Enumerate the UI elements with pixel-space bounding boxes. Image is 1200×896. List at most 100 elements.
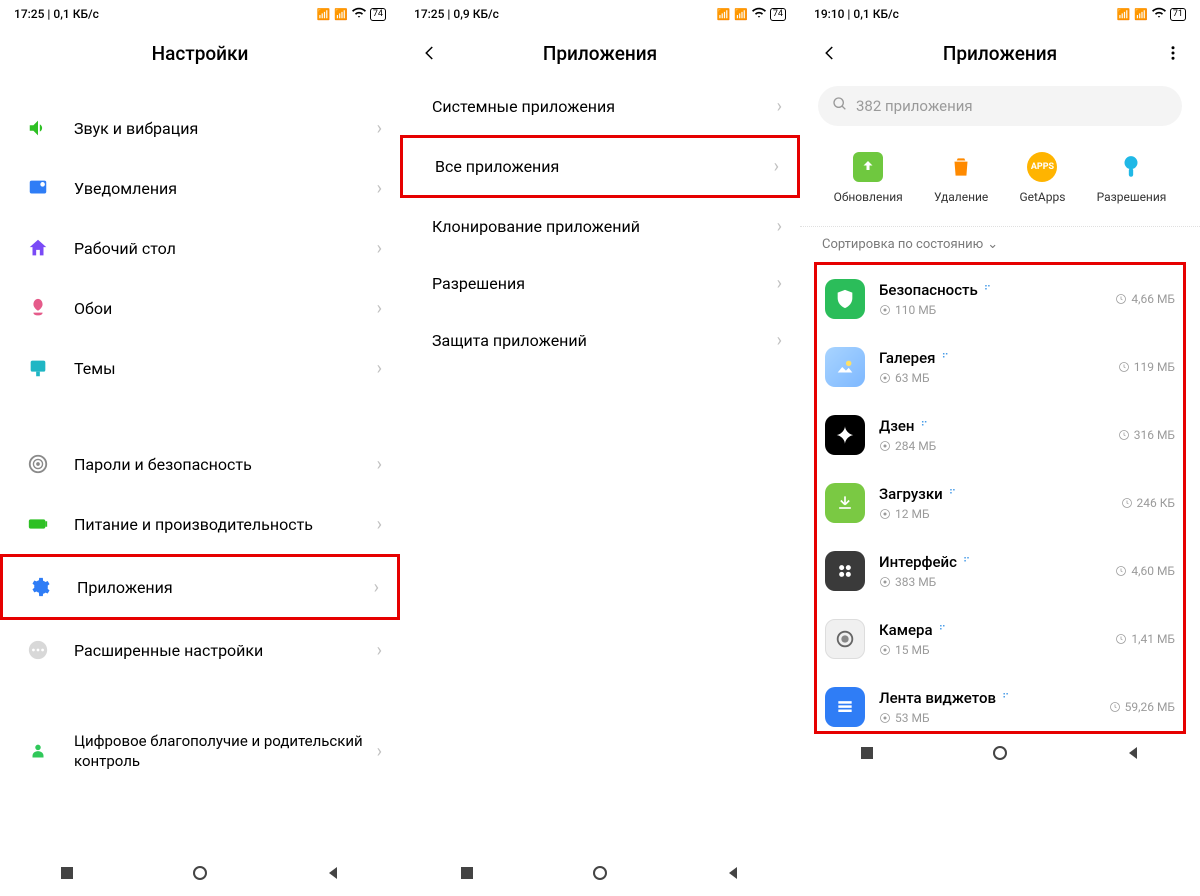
app-name: Галерея: [879, 349, 935, 367]
header: Приложения: [800, 28, 1200, 78]
sort-label: Сортировка по состоянию: [822, 237, 983, 252]
action-getapps[interactable]: APPS GetApps: [1019, 152, 1065, 204]
row-advanced[interactable]: Расширенные настройки ›: [0, 620, 400, 680]
apps-menu-list: Системные приложения › Все приложения › …: [400, 78, 800, 854]
loading-icon: ⠋: [941, 353, 947, 364]
action-label: GetApps: [1019, 190, 1065, 204]
search-input[interactable]: 382 приложения: [818, 86, 1182, 126]
app-row-gallery[interactable]: Галерея ⠋ 63 МБ 119 МБ: [821, 333, 1179, 401]
back-button[interactable]: [818, 41, 842, 65]
status-speed: 0,9 КБ/с: [453, 7, 499, 21]
app-data: 246 КБ: [1137, 496, 1175, 510]
nav-recent-icon[interactable]: [59, 865, 75, 885]
row-notifications[interactable]: Уведомления ›: [0, 158, 400, 218]
app-storage: 63 МБ: [895, 371, 930, 385]
status-speed: 0,1 КБ/с: [53, 7, 99, 21]
row-themes[interactable]: Темы ›: [0, 338, 400, 398]
screen-apps-menu: 17:25 | 0,9 КБ/с 📶 📶 74 Приложения Систе…: [400, 0, 800, 896]
chevron-right-icon: ›: [377, 118, 382, 139]
nav-home-icon[interactable]: [592, 865, 608, 885]
search-placeholder: 382 приложения: [856, 97, 973, 115]
nav-home-icon[interactable]: [992, 745, 1008, 765]
app-name: Дзен: [879, 417, 915, 435]
app-data: 4,66 МБ: [1131, 292, 1175, 306]
status-right: 📶 📶 74: [316, 6, 386, 23]
nav-recent-icon[interactable]: [459, 865, 475, 885]
row-power[interactable]: Питание и производительность ›: [0, 494, 400, 554]
row-all-apps[interactable]: Все приложения ›: [400, 135, 800, 198]
app-name: Безопасность: [879, 281, 978, 299]
status-time: 17:25: [414, 7, 444, 21]
nav-bar: [400, 854, 800, 896]
app-row-interface[interactable]: Интерфейс⠋ 383 МБ 4,60 МБ: [821, 537, 1179, 605]
row-apps[interactable]: Приложения ›: [0, 554, 400, 620]
nav-back-icon[interactable]: [725, 865, 741, 885]
row-clone-apps[interactable]: Клонирование приложений ›: [400, 198, 800, 255]
app-data: 119 МБ: [1134, 360, 1175, 374]
app-storage: 110 МБ: [895, 303, 936, 317]
chevron-right-icon: ›: [377, 741, 382, 762]
nav-bar: [800, 734, 1200, 776]
battery-icon: 74: [770, 8, 786, 21]
row-label: Темы: [74, 359, 377, 378]
more-button[interactable]: [1158, 41, 1182, 65]
app-storage: 383 МБ: [895, 575, 936, 589]
wifi-icon: [752, 6, 766, 23]
row-app-protection[interactable]: Защита приложений ›: [400, 312, 800, 369]
status-right: 📶 📶 71: [1116, 6, 1186, 23]
app-name: Камера: [879, 621, 933, 639]
row-sound[interactable]: Звук и вибрация ›: [0, 98, 400, 158]
header: Приложения: [400, 28, 800, 78]
row-label: Звук и вибрация: [74, 119, 377, 138]
chevron-right-icon: ›: [777, 216, 782, 237]
action-permissions[interactable]: Разрешения: [1097, 152, 1167, 204]
nav-home-icon[interactable]: [192, 865, 208, 885]
app-name: Загрузки: [879, 485, 943, 503]
sort-dropdown[interactable]: Сортировка по состоянию ⌄: [800, 233, 1200, 262]
status-speed: 0,1 КБ/с: [853, 7, 899, 21]
screen-app-list: 19:10 | 0,1 КБ/с 📶 📶 71 Приложения 382 п…: [800, 0, 1200, 896]
page-title: Приложения: [442, 42, 758, 65]
nav-back-icon[interactable]: [1125, 745, 1141, 765]
app-row-downloads[interactable]: Загрузки ⠋ 12 МБ 246 КБ: [821, 469, 1179, 537]
chevron-right-icon: ›: [377, 358, 382, 379]
action-row: Обновления Удаление APPS GetApps Разреше…: [800, 134, 1200, 227]
status-right: 📶 📶 74: [716, 6, 786, 23]
app-name: Интерфейс: [879, 553, 957, 571]
nav-back-icon[interactable]: [325, 865, 341, 885]
action-label: Разрешения: [1097, 190, 1167, 204]
row-desktop[interactable]: Рабочий стол ›: [0, 218, 400, 278]
app-row-widgets[interactable]: Лента виджетов⠋ 53 МБ 59,26 МБ: [821, 673, 1179, 731]
search-icon: [832, 96, 848, 116]
app-storage: 12 МБ: [895, 507, 930, 521]
app-row-camera[interactable]: Камера⠋ 15 МБ 1,41 МБ: [821, 605, 1179, 673]
chevron-right-icon: ›: [377, 298, 382, 319]
row-label: Системные приложения: [432, 97, 777, 116]
signal-icon: 📶: [716, 8, 730, 21]
action-uninstall[interactable]: Удаление: [934, 152, 988, 204]
loading-icon: ⠋: [984, 285, 990, 296]
row-wellbeing[interactable]: Цифровое благополучие и родительский кон…: [0, 716, 400, 787]
battery-icon: 71: [1170, 8, 1186, 21]
signal-icon: 📶: [334, 8, 348, 21]
app-row-dzen[interactable]: Дзен⠋ 284 МБ 316 МБ: [821, 401, 1179, 469]
chevron-right-icon: ›: [377, 178, 382, 199]
status-time: 19:10: [814, 7, 844, 21]
app-list: Безопасность ⠋ 110 МБ 4,66 МБ Галерея ⠋ 63…: [817, 265, 1183, 731]
page-title: Настройки: [18, 42, 382, 65]
page-title: Приложения: [842, 42, 1158, 65]
row-label: Рабочий стол: [74, 239, 377, 258]
nav-bar: [0, 854, 400, 896]
back-button[interactable]: [418, 41, 442, 65]
app-row-security[interactable]: Безопасность ⠋ 110 МБ 4,66 МБ: [821, 265, 1179, 333]
loading-icon: ⠋: [949, 489, 955, 500]
action-updates[interactable]: Обновления: [834, 152, 903, 204]
row-security[interactable]: Пароли и безопасность ›: [0, 434, 400, 494]
chevron-right-icon: ›: [377, 514, 382, 535]
row-wallpaper[interactable]: Обои ›: [0, 278, 400, 338]
signal-icon: 📶: [734, 8, 748, 21]
row-permissions[interactable]: Разрешения ›: [400, 255, 800, 312]
row-label: Разрешения: [432, 274, 777, 293]
row-system-apps[interactable]: Системные приложения ›: [400, 78, 800, 135]
nav-recent-icon[interactable]: [859, 745, 875, 765]
